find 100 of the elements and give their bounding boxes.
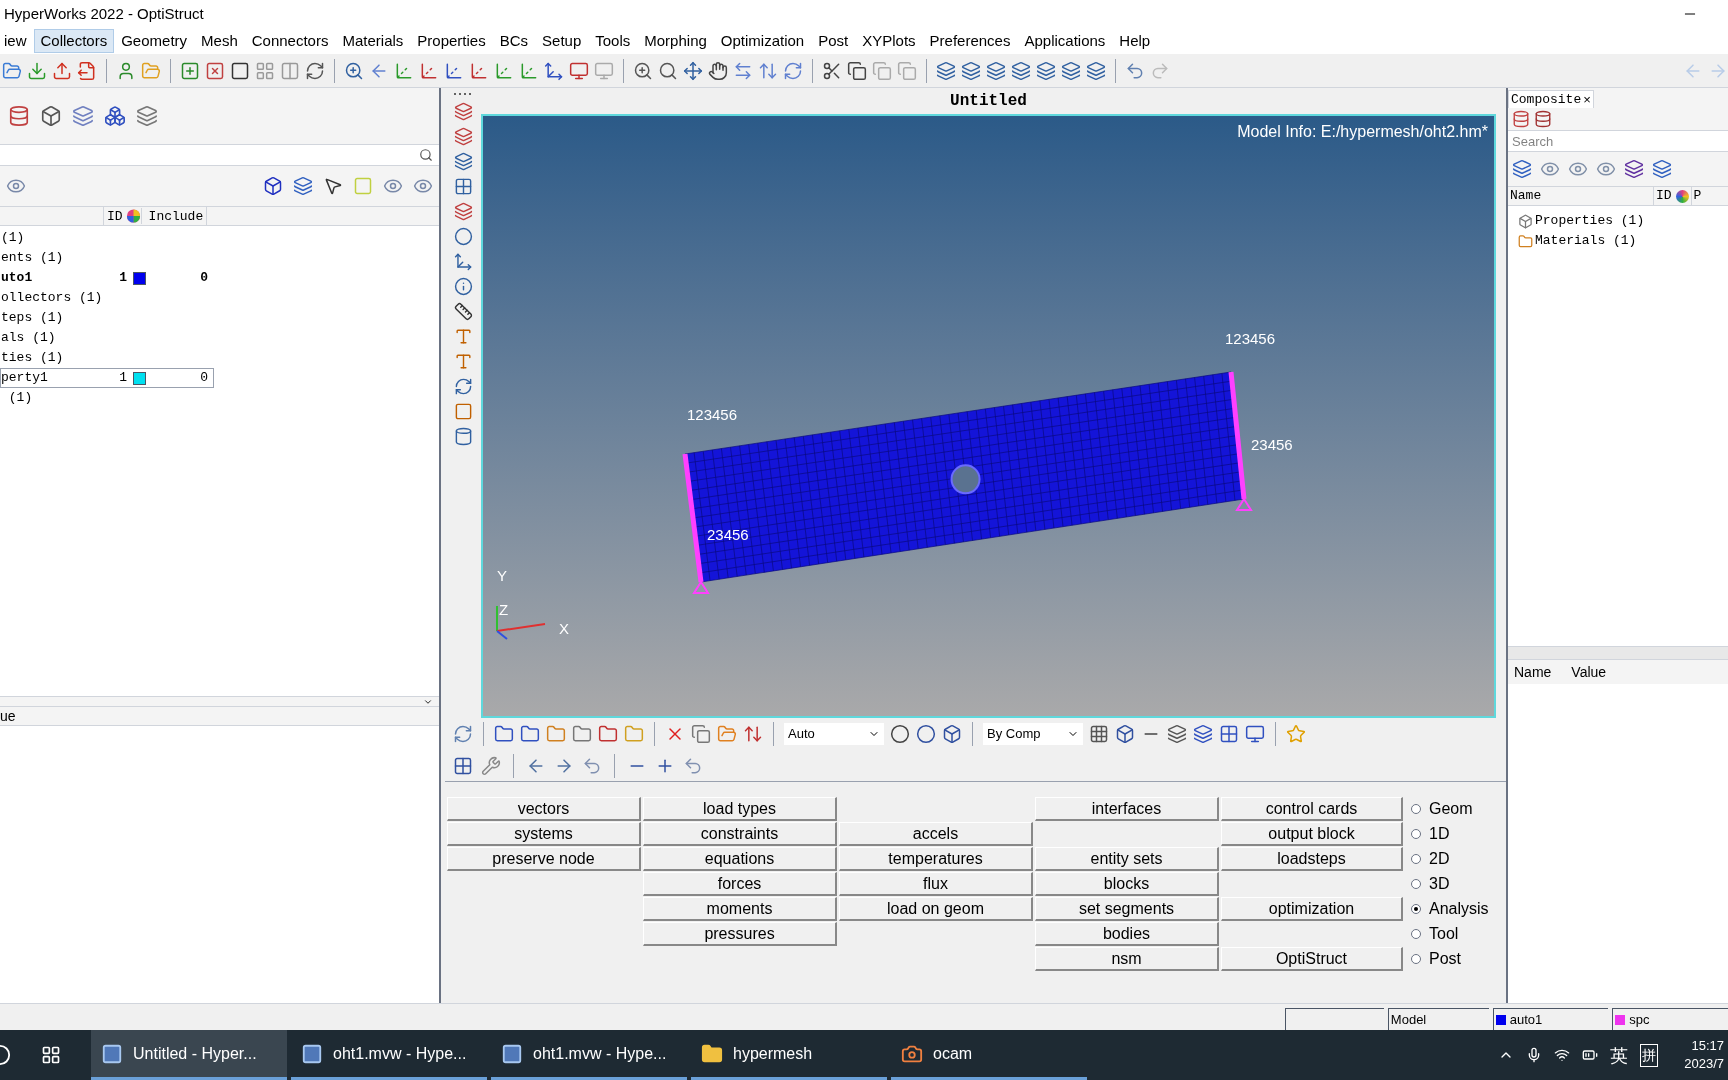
ruler-icon[interactable] [453, 302, 473, 321]
input-method-indicator[interactable]: 拼 [1640, 1043, 1658, 1067]
monitor-icon[interactable] [569, 60, 589, 81]
menu-item[interactable]: Applications [1017, 29, 1113, 53]
layers-icon[interactable] [936, 60, 956, 81]
eye-icon[interactable] [413, 176, 433, 196]
panel-button[interactable]: moments [643, 897, 837, 921]
panel-button[interactable]: vectors [447, 797, 641, 821]
folder-icon[interactable] [520, 724, 540, 744]
axes-triad-icon[interactable] [544, 60, 564, 81]
menu-item[interactable]: Properties [410, 29, 493, 53]
menu-item[interactable]: Preferences [922, 29, 1018, 53]
cylinder-icon[interactable] [453, 427, 473, 446]
box-icon[interactable] [263, 176, 283, 196]
panel-button[interactable]: bodies [1035, 922, 1219, 946]
layers-icon[interactable] [72, 105, 94, 127]
add-window-icon[interactable] [180, 60, 200, 81]
panel-button[interactable]: OptiStruct [1221, 947, 1403, 971]
panel-button[interactable]: interfaces [1035, 797, 1219, 821]
taskbar-button[interactable]: oht1.mvw - Hype... [291, 1030, 487, 1080]
panel-button[interactable]: load on geom [839, 897, 1033, 921]
taskbar-button[interactable]: Untitled - Hyper... [91, 1030, 287, 1080]
menu-item[interactable]: Tools [588, 29, 638, 53]
page-radio[interactable]: Tool [1411, 922, 1489, 946]
wifi-icon[interactable] [1554, 1047, 1570, 1063]
scissors-icon[interactable] [822, 60, 842, 81]
folder-icon[interactable] [572, 724, 592, 744]
tab-close[interactable]: × [1583, 89, 1591, 110]
box-icon[interactable] [40, 105, 62, 127]
menu-item[interactable]: Post [811, 29, 856, 53]
menu-item[interactable]: Help [1112, 29, 1158, 53]
browser-tab[interactable]: Composite× [1508, 90, 1594, 108]
refresh-icon[interactable] [453, 377, 473, 396]
radio-dot[interactable] [1411, 904, 1421, 914]
battery-icon[interactable] [1582, 1047, 1598, 1063]
database-icon[interactable] [1534, 110, 1552, 128]
layers-icon[interactable] [1086, 60, 1106, 81]
panel-button[interactable]: output block [1221, 822, 1403, 846]
tree-row[interactable]: ents (1) [0, 248, 214, 268]
panel-button[interactable]: preserve node [447, 847, 641, 871]
folder-icon[interactable] [2, 60, 22, 81]
refresh-icon[interactable] [305, 60, 325, 81]
panel-button[interactable]: equations [643, 847, 837, 871]
panel-button[interactable]: constraints [643, 822, 837, 846]
database-icon[interactable] [8, 105, 30, 127]
graphics-viewport[interactable]: Model Info: E:/hypermesh/oht2.hm* 123456 23456 123456 23456 Y Z X [481, 114, 1496, 718]
panel-button[interactable]: loadsteps [1221, 847, 1403, 871]
panel-button[interactable]: accels [839, 822, 1033, 846]
cube-icon[interactable] [1115, 724, 1135, 744]
text-tag-icon[interactable] [453, 327, 473, 346]
rotate-icon[interactable] [783, 60, 803, 81]
menu-item[interactable]: iew [0, 29, 34, 53]
layers-icon[interactable] [453, 152, 473, 171]
menu-item[interactable]: Collectors [33, 29, 115, 53]
search-field[interactable]: Search [1508, 130, 1728, 152]
menu-item[interactable]: Geometry [114, 29, 195, 53]
database-icon[interactable] [1512, 110, 1530, 128]
layers-icon[interactable] [136, 105, 158, 127]
menu-item[interactable]: Morphing [637, 29, 714, 53]
panel-button[interactable]: forces [643, 872, 837, 896]
page-radio[interactable]: Post [1411, 947, 1489, 971]
taskbar-button[interactable]: hypermesh [691, 1030, 887, 1080]
search-icon[interactable] [419, 148, 433, 162]
panel-button[interactable]: nsm [1035, 947, 1219, 971]
layers-icon[interactable] [1036, 60, 1056, 81]
grip-dots-icon[interactable] [453, 92, 473, 96]
page-radio[interactable]: Geom [1411, 797, 1489, 821]
boxes-icon[interactable] [104, 105, 126, 127]
delete-window-icon[interactable] [205, 60, 225, 81]
arrow-left-right-icon[interactable] [733, 60, 753, 81]
menu-item[interactable]: Setup [535, 29, 589, 53]
panel-button[interactable]: load types [643, 797, 837, 821]
eye-icon[interactable] [1540, 159, 1560, 179]
search-icon[interactable] [658, 60, 678, 81]
display-mode-dropdown[interactable]: Auto [784, 723, 884, 745]
layers-icon[interactable] [293, 176, 313, 196]
move-icon[interactable] [683, 60, 703, 81]
folder-icon[interactable] [598, 724, 618, 744]
grid-icon[interactable] [453, 177, 473, 196]
taskbar-button[interactable]: ocam [891, 1030, 1087, 1080]
menu-item[interactable]: Materials [335, 29, 411, 53]
menu-item[interactable]: Mesh [194, 29, 245, 53]
layers-icon[interactable] [1512, 159, 1532, 179]
tree-item[interactable]: Materials (1) [1535, 231, 1637, 251]
tree-row[interactable]: perty1 1 0 [0, 368, 214, 388]
copy-icon[interactable] [847, 60, 867, 81]
tree-item[interactable]: Properties (1) [1535, 211, 1645, 231]
eye-icon[interactable] [383, 176, 403, 196]
menu-item[interactable]: BCs [492, 29, 536, 53]
color-mode-dropdown[interactable]: By Comp [983, 723, 1083, 745]
page-radio[interactable]: 2D [1411, 847, 1489, 871]
taskbar-button[interactable]: oht1.mvw - Hype... [491, 1030, 687, 1080]
copy-icon[interactable] [691, 724, 711, 744]
tree-row[interactable]: teps (1) [0, 308, 214, 328]
columns-icon[interactable] [280, 60, 300, 81]
menu-item[interactable]: XYPlots [855, 29, 923, 53]
axes-icon[interactable] [453, 252, 473, 271]
panel-button[interactable]: set segments [1035, 897, 1219, 921]
eye-icon[interactable] [6, 176, 26, 196]
user-icon[interactable] [116, 60, 136, 81]
